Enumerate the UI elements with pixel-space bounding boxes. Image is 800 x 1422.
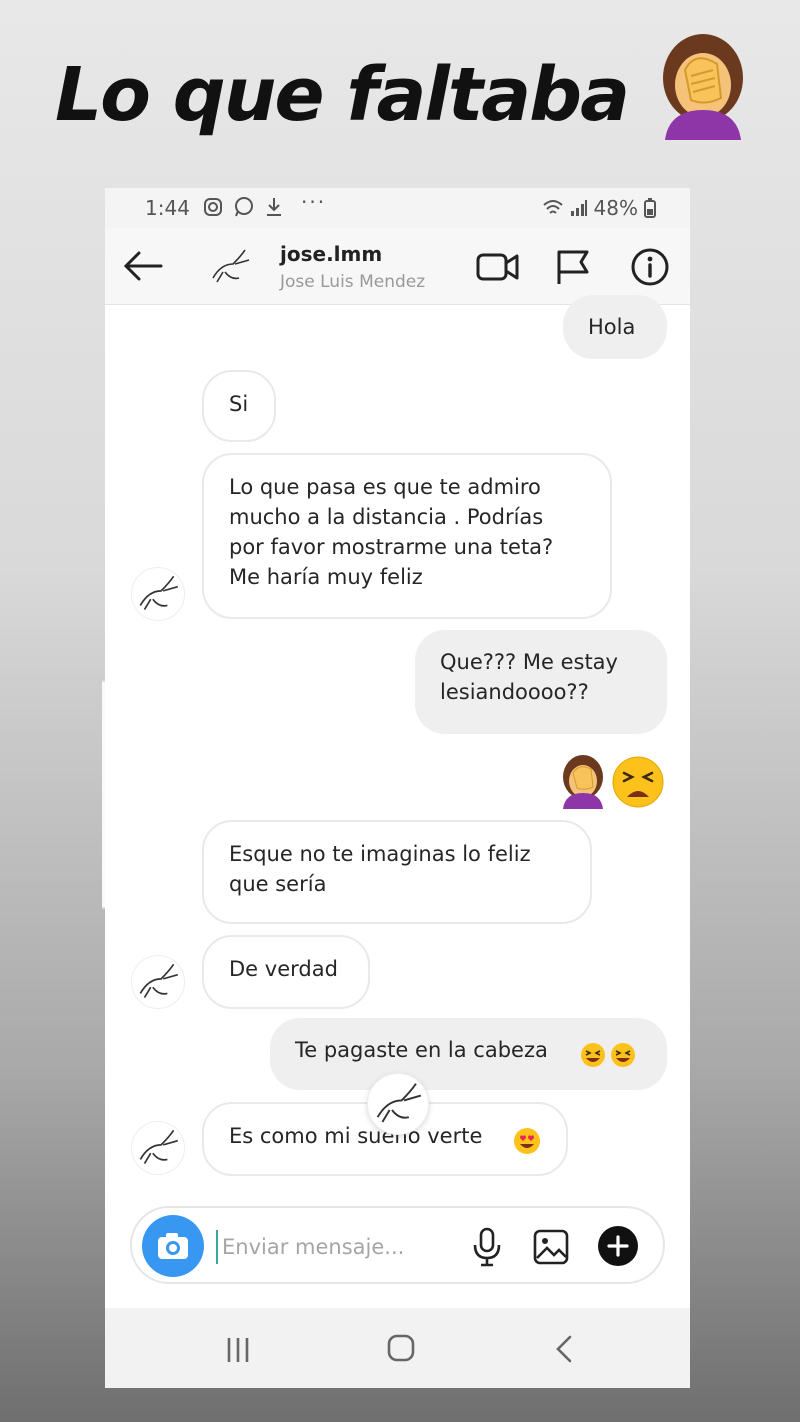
status-bar: 1:44 ··· 48% — [105, 188, 690, 228]
text-cursor — [216, 1230, 218, 1264]
nav-recents-icon[interactable] — [223, 1336, 253, 1364]
heart-eyes-emoji — [514, 1128, 540, 1154]
facepalm-emoji — [663, 34, 743, 140]
plus-button[interactable] — [598, 1226, 638, 1266]
message-input[interactable] — [220, 1226, 454, 1268]
message-in[interactable]: Si — [202, 370, 276, 442]
download-icon — [267, 198, 281, 216]
message-in[interactable]: Lo que pasa es que te admiro mucho a la … — [202, 453, 612, 619]
grinning-squint-emoji — [581, 1043, 605, 1067]
avatar[interactable] — [131, 567, 185, 621]
nav-home-icon[interactable] — [387, 1334, 415, 1362]
camera-icon — [158, 1233, 188, 1259]
camera-button[interactable] — [142, 1215, 204, 1277]
story-caption-text: Lo que faltaba — [55, 52, 630, 138]
avatar[interactable] — [131, 1121, 185, 1175]
message-composer — [130, 1206, 665, 1284]
info-icon[interactable] — [629, 246, 671, 288]
microphone-icon[interactable] — [470, 1226, 504, 1268]
wifi-icon — [542, 200, 563, 214]
tired-face-emoji — [612, 756, 664, 808]
chat-header: jose.lmm Jose Luis Mendez — [105, 228, 690, 305]
avatar[interactable] — [205, 242, 255, 292]
battery-icon — [644, 198, 656, 218]
message-out[interactable]: Hola — [563, 295, 667, 359]
plus-icon — [607, 1235, 629, 1257]
video-call-icon[interactable] — [475, 248, 521, 286]
nav-back-icon[interactable] — [553, 1334, 575, 1364]
message-in[interactable]: De verdad — [202, 935, 370, 1009]
status-right: 48% — [542, 196, 656, 220]
message-out[interactable]: Que??? Me estay lesiandoooo?? — [415, 630, 667, 734]
message-out[interactable]: Te pagaste en la cabeza — [270, 1018, 667, 1090]
phone-screen: 1:44 ··· 48% jose.lmm Jose Luis Mendez H… — [105, 188, 690, 1388]
whatsapp-icon — [235, 197, 253, 217]
status-time: 1:44 — [145, 196, 190, 220]
message-in[interactable]: Esque no te imaginas lo feliz que sería — [202, 820, 592, 924]
battery-percent: 48% — [593, 196, 638, 220]
grinning-squint-emoji — [611, 1043, 635, 1067]
facepalm-emoji — [563, 755, 603, 809]
chat-full-name: Jose Luis Mendez — [280, 272, 426, 292]
status-more-dots: ··· — [301, 190, 327, 214]
signal-icon — [570, 200, 587, 216]
flag-icon[interactable] — [553, 248, 593, 286]
avatar[interactable] — [131, 955, 185, 1009]
back-arrow-icon[interactable] — [121, 246, 165, 286]
status-notification-icons — [203, 196, 283, 218]
chat-username[interactable]: jose.lmm — [280, 242, 382, 266]
typing-avatar — [367, 1073, 429, 1135]
message-thread: Hola Si Lo que pasa es que te admiro muc… — [105, 295, 690, 1305]
gallery-icon[interactable] — [532, 1228, 570, 1266]
instagram-icon — [204, 198, 222, 216]
system-nav-bar — [105, 1308, 690, 1388]
